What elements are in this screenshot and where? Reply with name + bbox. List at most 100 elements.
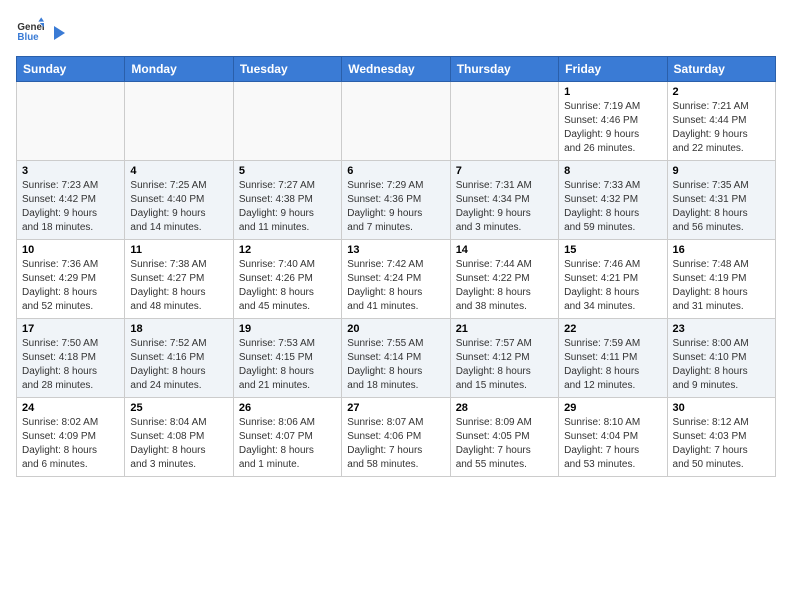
calendar-cell: 7 Sunrise: 7:31 AM Sunset: 4:34 PM Daylig… <box>450 161 558 240</box>
day-number: 8 <box>564 165 661 177</box>
day-info: Sunrise: 7:42 AM Sunset: 4:24 PM Dayligh… <box>347 258 444 314</box>
weekday-header-tuesday: Tuesday <box>233 57 341 82</box>
calendar-cell: 30 Sunrise: 8:12 AM Sunset: 4:03 PM Dayli… <box>667 398 775 477</box>
weekday-header-sunday: Sunday <box>17 57 125 82</box>
calendar-cell: 11Sunrise: 7:38 AM Sunset: 4:27 PM Dayli… <box>125 240 233 319</box>
day-info: Sunrise: 8:04 AM Sunset: 4:08 PM Dayligh… <box>130 416 227 472</box>
calendar-cell: 18Sunrise: 7:52 AM Sunset: 4:16 PM Dayli… <box>125 319 233 398</box>
calendar-cell: 23 Sunrise: 8:00 AM Sunset: 4:10 PM Dayli… <box>667 319 775 398</box>
day-info: Sunrise: 7:38 AM Sunset: 4:27 PM Dayligh… <box>130 258 227 314</box>
day-info: Sunrise: 7:23 AM Sunset: 4:42 PM Dayligh… <box>22 179 119 235</box>
day-info: Sunrise: 7:40 AM Sunset: 4:26 PM Dayligh… <box>239 258 336 314</box>
day-info: Sunrise: 7:57 AM Sunset: 4:12 PM Dayligh… <box>456 337 553 393</box>
day-number: 29 <box>564 402 661 414</box>
calendar-cell: 22 Sunrise: 7:59 AM Sunset: 4:11 PM Dayli… <box>559 319 667 398</box>
calendar-cell: 8 Sunrise: 7:33 AM Sunset: 4:32 PM Daylig… <box>559 161 667 240</box>
day-info: Sunrise: 7:55 AM Sunset: 4:14 PM Dayligh… <box>347 337 444 393</box>
calendar-cell: 12 Sunrise: 7:40 AM Sunset: 4:26 PM Dayli… <box>233 240 341 319</box>
day-info: Sunrise: 7:44 AM Sunset: 4:22 PM Dayligh… <box>456 258 553 314</box>
calendar-row-4: 17Sunrise: 7:50 AM Sunset: 4:18 PM Dayli… <box>17 319 776 398</box>
calendar-cell: 25Sunrise: 8:04 AM Sunset: 4:08 PM Dayli… <box>125 398 233 477</box>
day-number: 13 <box>347 244 444 256</box>
day-number: 21 <box>456 323 553 335</box>
logo-icon: General Blue <box>16 16 44 44</box>
calendar-cell: 15 Sunrise: 7:46 AM Sunset: 4:21 PM Dayli… <box>559 240 667 319</box>
day-info: Sunrise: 7:19 AM Sunset: 4:46 PM Dayligh… <box>564 100 661 156</box>
day-info: Sunrise: 7:52 AM Sunset: 4:16 PM Dayligh… <box>130 337 227 393</box>
day-info: Sunrise: 7:59 AM Sunset: 4:11 PM Dayligh… <box>564 337 661 393</box>
day-number: 10 <box>22 244 119 256</box>
day-number: 12 <box>239 244 336 256</box>
day-number: 17 <box>22 323 119 335</box>
logo-chevron-icon <box>49 24 67 42</box>
weekday-header-row: SundayMondayTuesdayWednesdayThursdayFrid… <box>17 57 776 82</box>
day-info: Sunrise: 7:29 AM Sunset: 4:36 PM Dayligh… <box>347 179 444 235</box>
day-number: 14 <box>456 244 553 256</box>
day-number: 30 <box>673 402 770 414</box>
day-number: 26 <box>239 402 336 414</box>
calendar-cell: 13 Sunrise: 7:42 AM Sunset: 4:24 PM Dayli… <box>342 240 450 319</box>
calendar-cell <box>17 82 125 161</box>
calendar-row-5: 24 Sunrise: 8:02 AM Sunset: 4:09 PM Dayli… <box>17 398 776 477</box>
calendar-table: SundayMondayTuesdayWednesdayThursdayFrid… <box>16 56 776 477</box>
calendar-cell: 21 Sunrise: 7:57 AM Sunset: 4:12 PM Dayli… <box>450 319 558 398</box>
day-info: Sunrise: 7:48 AM Sunset: 4:19 PM Dayligh… <box>673 258 770 314</box>
day-number: 5 <box>239 165 336 177</box>
day-number: 1 <box>564 86 661 98</box>
day-info: Sunrise: 7:33 AM Sunset: 4:32 PM Dayligh… <box>564 179 661 235</box>
day-number: 6 <box>347 165 444 177</box>
day-number: 15 <box>564 244 661 256</box>
day-info: Sunrise: 7:46 AM Sunset: 4:21 PM Dayligh… <box>564 258 661 314</box>
calendar-cell: 10 Sunrise: 7:36 AM Sunset: 4:29 PM Dayli… <box>17 240 125 319</box>
day-info: Sunrise: 8:02 AM Sunset: 4:09 PM Dayligh… <box>22 416 119 472</box>
calendar-cell <box>233 82 341 161</box>
calendar-cell: 26Sunrise: 8:06 AM Sunset: 4:07 PM Dayli… <box>233 398 341 477</box>
day-info: Sunrise: 7:21 AM Sunset: 4:44 PM Dayligh… <box>673 100 770 156</box>
day-info: Sunrise: 7:36 AM Sunset: 4:29 PM Dayligh… <box>22 258 119 314</box>
weekday-header-wednesday: Wednesday <box>342 57 450 82</box>
day-info: Sunrise: 8:00 AM Sunset: 4:10 PM Dayligh… <box>673 337 770 393</box>
weekday-header-saturday: Saturday <box>667 57 775 82</box>
calendar-cell: 5 Sunrise: 7:27 AM Sunset: 4:38 PM Daylig… <box>233 161 341 240</box>
calendar-cell: 1 Sunrise: 7:19 AM Sunset: 4:46 PM Daylig… <box>559 82 667 161</box>
weekday-header-friday: Friday <box>559 57 667 82</box>
day-number: 3 <box>22 165 119 177</box>
weekday-header-thursday: Thursday <box>450 57 558 82</box>
day-number: 23 <box>673 323 770 335</box>
calendar-cell: 20 Sunrise: 7:55 AM Sunset: 4:14 PM Dayli… <box>342 319 450 398</box>
calendar-row-3: 10 Sunrise: 7:36 AM Sunset: 4:29 PM Dayli… <box>17 240 776 319</box>
calendar-cell: 3 Sunrise: 7:23 AM Sunset: 4:42 PM Daylig… <box>17 161 125 240</box>
day-number: 28 <box>456 402 553 414</box>
day-info: Sunrise: 7:53 AM Sunset: 4:15 PM Dayligh… <box>239 337 336 393</box>
calendar-cell: 24 Sunrise: 8:02 AM Sunset: 4:09 PM Dayli… <box>17 398 125 477</box>
calendar-cell: 16 Sunrise: 7:48 AM Sunset: 4:19 PM Dayli… <box>667 240 775 319</box>
day-info: Sunrise: 7:31 AM Sunset: 4:34 PM Dayligh… <box>456 179 553 235</box>
day-number: 20 <box>347 323 444 335</box>
calendar-page: General Blue SundayMondayT <box>0 0 792 612</box>
calendar-cell <box>342 82 450 161</box>
day-number: 19 <box>239 323 336 335</box>
calendar-row-2: 3 Sunrise: 7:23 AM Sunset: 4:42 PM Daylig… <box>17 161 776 240</box>
calendar-cell: 6 Sunrise: 7:29 AM Sunset: 4:36 PM Daylig… <box>342 161 450 240</box>
day-number: 24 <box>22 402 119 414</box>
header: General Blue <box>16 16 776 44</box>
calendar-cell: 28Sunrise: 8:09 AM Sunset: 4:05 PM Dayli… <box>450 398 558 477</box>
day-info: Sunrise: 7:27 AM Sunset: 4:38 PM Dayligh… <box>239 179 336 235</box>
day-number: 16 <box>673 244 770 256</box>
day-number: 9 <box>673 165 770 177</box>
day-info: Sunrise: 8:07 AM Sunset: 4:06 PM Dayligh… <box>347 416 444 472</box>
day-number: 7 <box>456 165 553 177</box>
calendar-cell: 2Sunrise: 7:21 AM Sunset: 4:44 PM Daylig… <box>667 82 775 161</box>
svg-text:Blue: Blue <box>17 32 39 43</box>
day-info: Sunrise: 8:10 AM Sunset: 4:04 PM Dayligh… <box>564 416 661 472</box>
calendar-cell: 27 Sunrise: 8:07 AM Sunset: 4:06 PM Dayli… <box>342 398 450 477</box>
calendar-cell: 14 Sunrise: 7:44 AM Sunset: 4:22 PM Dayli… <box>450 240 558 319</box>
calendar-cell <box>450 82 558 161</box>
calendar-cell: 29 Sunrise: 8:10 AM Sunset: 4:04 PM Dayli… <box>559 398 667 477</box>
calendar-cell: 9 Sunrise: 7:35 AM Sunset: 4:31 PM Daylig… <box>667 161 775 240</box>
logo: General Blue <box>16 16 68 44</box>
day-number: 27 <box>347 402 444 414</box>
day-number: 22 <box>564 323 661 335</box>
day-info: Sunrise: 7:35 AM Sunset: 4:31 PM Dayligh… <box>673 179 770 235</box>
day-info: Sunrise: 8:12 AM Sunset: 4:03 PM Dayligh… <box>673 416 770 472</box>
